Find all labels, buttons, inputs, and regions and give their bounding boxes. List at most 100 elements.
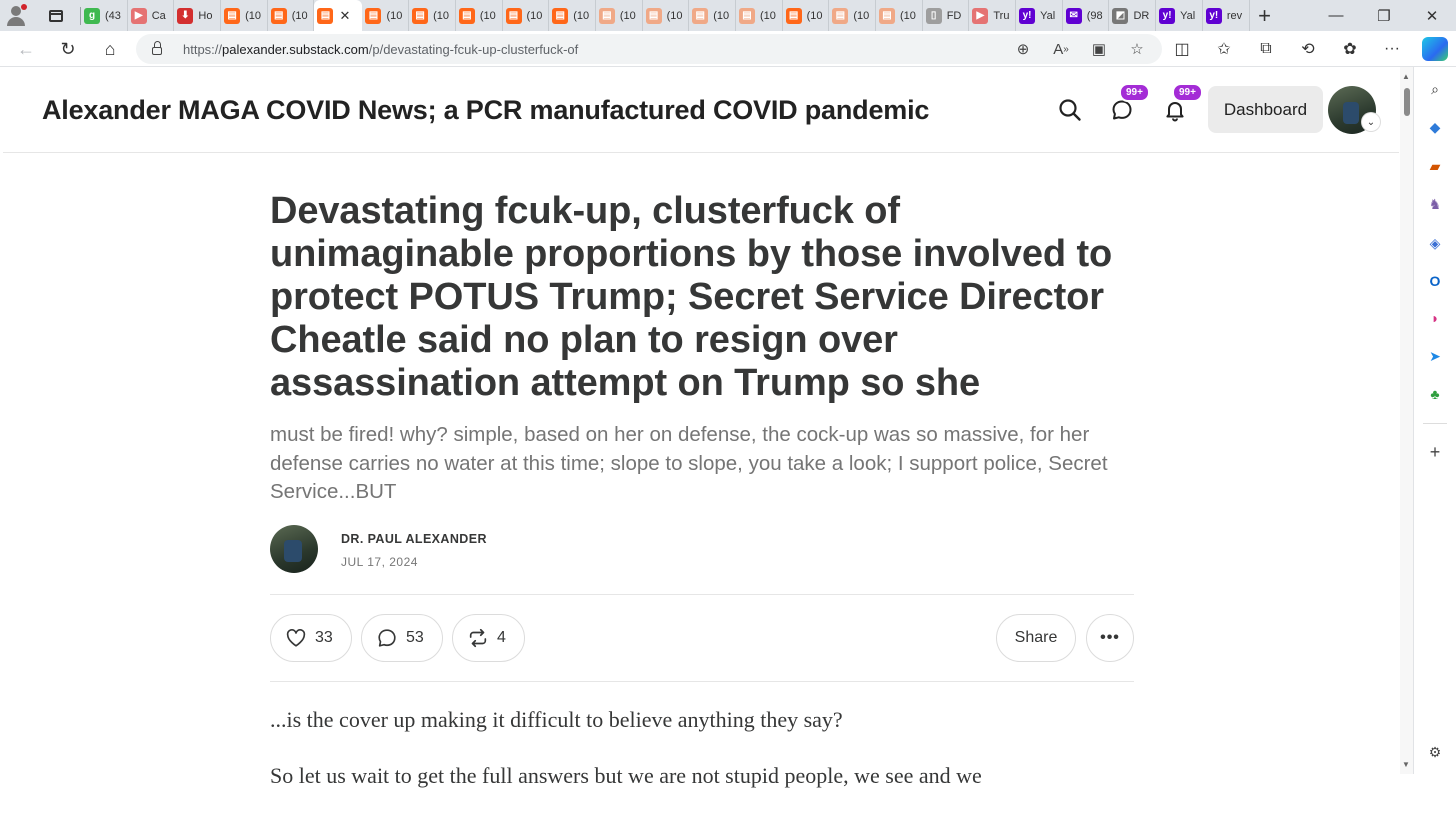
comment-icon — [378, 628, 396, 647]
browser-tab[interactable]: ▤ (10 — [876, 0, 923, 31]
url-text[interactable]: https://palexander.substack.com/p/devast… — [183, 42, 578, 57]
publication-title[interactable]: Alexander MAGA COVID News; a PCR manufac… — [42, 95, 929, 126]
microsoft-365-icon[interactable]: ◈ — [1425, 233, 1445, 253]
browser-tab[interactable]: y! rev — [1203, 0, 1250, 31]
browser-tab[interactable]: ▤ (10 — [409, 0, 456, 31]
post-actions: 33 53 4 Share ••• — [270, 595, 1134, 681]
reload-button[interactable]: ↻ — [48, 31, 88, 67]
new-tab-button[interactable]: + — [1250, 0, 1280, 31]
chat-icon[interactable]: 99+ — [1107, 83, 1150, 125]
browser-tab[interactable]: y! Yal — [1016, 0, 1063, 31]
copilot-icon[interactable] — [1422, 37, 1448, 61]
tab-list: g (43 ▶ Ca ⬇ Ho ▤ (10 ▤ (10 ▤ ✕ ▤ (10 ▤ (10 ▤ (10 ▤ (10 ▤ (10… — [81, 0, 1250, 31]
tab-favicon-icon: ▶ — [972, 7, 989, 24]
page-scrollbar[interactable]: ▲ ▼ — [1400, 67, 1413, 774]
scroll-thumb[interactable] — [1404, 88, 1410, 116]
like-button[interactable]: 33 — [270, 613, 352, 662]
designer-icon[interactable]: ◗ — [1425, 308, 1445, 328]
browser-tab[interactable]: ⬇ Ho — [174, 0, 222, 31]
send-icon[interactable]: ➤ — [1425, 346, 1445, 366]
tab-favicon-icon: ▤ — [224, 7, 241, 24]
share-button[interactable]: Share — [996, 613, 1076, 662]
browser-tab[interactable]: ▤ (10 — [829, 0, 876, 31]
tools-briefcase-icon[interactable]: ▰ — [1425, 156, 1445, 176]
app-available-icon[interactable]: ▣ — [1080, 34, 1118, 64]
tab-favicon-icon: ▤ — [365, 7, 382, 24]
browser-tab[interactable]: ◩ DR — [1109, 0, 1157, 31]
scroll-up-arrow[interactable]: ▲ — [1402, 72, 1410, 81]
tab-favicon-icon: ▤ — [879, 7, 895, 24]
browser-tab[interactable]: ▤ (10 — [596, 0, 643, 31]
body-paragraph: ...is the cover up making it difficult t… — [270, 706, 843, 732]
games-icon[interactable]: ♞ — [1425, 194, 1445, 214]
tree-icon[interactable]: ♣ — [1425, 384, 1445, 404]
chevron-down-icon[interactable]: ⌄ — [1362, 113, 1380, 131]
browser-tab[interactable]: ✉ (98 — [1063, 0, 1110, 31]
search-sidebar-icon[interactable]: ⌕ — [1425, 79, 1445, 99]
browser-tab[interactable]: ▶ Tru — [969, 0, 1017, 31]
browser-tab[interactable]: ▤ (10 — [221, 0, 268, 31]
home-button[interactable]: ⌂ — [90, 31, 130, 67]
browser-tab[interactable]: ▤ (10 — [549, 0, 596, 31]
browser-tab[interactable]: ▤ ✕ — [314, 0, 363, 31]
browser-tab[interactable]: ▤ (10 — [689, 0, 736, 31]
tab-favicon-icon: ▤ — [645, 7, 662, 24]
back-button[interactable]: ← — [6, 31, 46, 67]
browser-tab[interactable]: ▯ FD — [923, 0, 970, 31]
tab-label: (10 — [619, 9, 636, 22]
zoom-icon[interactable]: ⊕ — [1004, 34, 1042, 64]
tab-favicon-icon: ◩ — [1112, 7, 1129, 24]
browser-tab[interactable]: ▤ (10 — [268, 0, 315, 31]
history-icon[interactable]: ⟲ — [1287, 31, 1329, 67]
tab-favicon-icon: ▤ — [692, 7, 709, 24]
dashboard-button[interactable]: Dashboard — [1208, 86, 1323, 133]
lock-icon[interactable] — [152, 41, 162, 55]
tab-label: (10 — [900, 9, 916, 22]
more-options-button[interactable]: ••• — [1086, 613, 1134, 662]
tab-label: (10 — [433, 9, 450, 22]
search-icon[interactable] — [1055, 95, 1085, 125]
browser-tab[interactable]: ▤ (10 — [643, 0, 690, 31]
browser-tab[interactable]: ▤ (10 — [736, 0, 783, 31]
author-name[interactable]: DR. PAUL ALEXANDER — [341, 532, 487, 546]
favorite-star-icon[interactable]: ☆ — [1118, 34, 1156, 64]
tab-label: (10 — [291, 9, 308, 22]
tab-actions-icon[interactable] — [32, 0, 80, 31]
settings-menu-icon[interactable]: ··· — [1371, 31, 1413, 67]
browser-tab[interactable]: y! Yal — [1156, 0, 1203, 31]
comment-button[interactable]: 53 — [361, 613, 443, 662]
restack-button[interactable]: 4 — [452, 613, 525, 662]
address-bar[interactable]: https://palexander.substack.com/p/devast… — [136, 34, 1162, 64]
minimize-button[interactable]: — — [1312, 0, 1360, 31]
split-screen-icon[interactable]: ◫ — [1161, 31, 1203, 67]
browser-tab[interactable]: ▤ (10 — [456, 0, 503, 31]
tab-favicon-icon: ▤ — [832, 7, 849, 24]
browser-tab[interactable]: ▤ (10 — [783, 0, 830, 31]
heart-icon — [286, 628, 306, 647]
restore-button[interactable]: ❐ — [1360, 0, 1408, 31]
extensions-icon[interactable]: ✿ — [1329, 31, 1371, 67]
scroll-down-arrow[interactable]: ▼ — [1402, 760, 1410, 769]
tab-label: (10 — [245, 9, 261, 22]
publication-header: Alexander MAGA COVID News; a PCR manufac… — [3, 67, 1399, 153]
read-aloud-icon[interactable]: A» — [1042, 34, 1080, 64]
sidebar-settings-icon[interactable]: ⚙ — [1425, 742, 1445, 762]
browser-tab[interactable]: ▤ (10 — [362, 0, 410, 31]
close-tab-icon[interactable]: ✕ — [339, 8, 350, 24]
notification-bell-icon[interactable]: 99+ — [1160, 83, 1203, 125]
profile-icon[interactable] — [0, 0, 32, 31]
tab-label: (10 — [666, 9, 683, 22]
tab-favicon-icon: ▤ — [317, 7, 334, 24]
tab-label: DR — [1133, 9, 1150, 22]
browser-tab[interactable]: ▶ Ca — [128, 0, 175, 31]
close-window-button[interactable]: ✕ — [1408, 0, 1456, 31]
browser-tab[interactable]: ▤ (10 — [503, 0, 550, 31]
browser-tab[interactable]: g (43 — [81, 0, 128, 31]
shopping-tag-icon[interactable]: ◆ — [1425, 117, 1445, 137]
favorites-icon[interactable]: ✩ — [1203, 31, 1245, 67]
outlook-icon[interactable]: O — [1425, 271, 1445, 291]
address-toolbar: ← ↻ ⌂ https://palexander.substack.com/p/… — [0, 31, 1456, 67]
add-sidebar-icon[interactable]: + — [1425, 442, 1445, 462]
collections-icon[interactable]: ⧉ — [1245, 31, 1287, 67]
author-avatar[interactable] — [270, 524, 318, 573]
